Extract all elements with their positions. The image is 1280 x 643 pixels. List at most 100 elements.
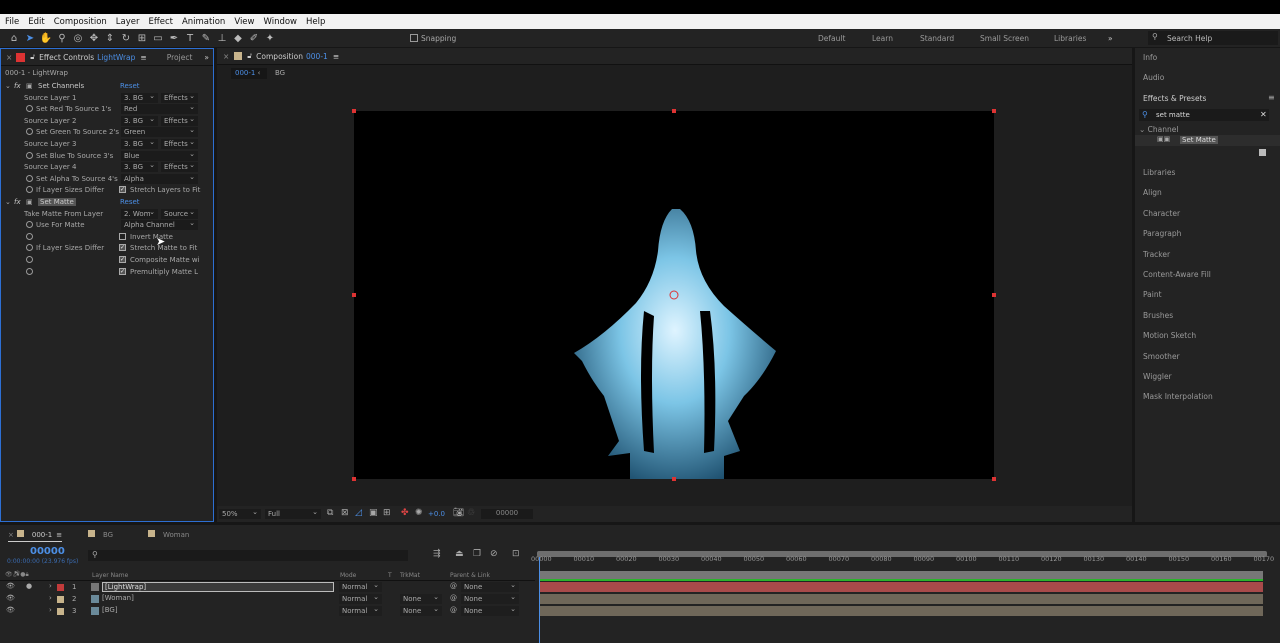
snapping-checkbox[interactable]: [410, 34, 418, 42]
menu-layer[interactable]: Layer: [116, 17, 140, 27]
expand-chevron-icon[interactable]: ›: [49, 606, 52, 614]
workspace-learn[interactable]: Learn: [872, 34, 893, 43]
blend-mode-dropdown[interactable]: Normal: [339, 604, 382, 616]
motion-blur-icon[interactable]: ⊘: [490, 549, 498, 559]
layer-name[interactable]: [BG]: [102, 606, 118, 614]
pan-tool-icon[interactable]: ✥: [86, 33, 102, 44]
panel-tab-libraries[interactable]: Libraries: [1143, 168, 1175, 177]
menu-edit[interactable]: Edit: [28, 17, 44, 27]
panel-menu-icon[interactable]: ≡: [140, 53, 146, 62]
stopwatch-icon[interactable]: [26, 151, 33, 159]
more-workspaces-icon[interactable]: »: [1108, 34, 1113, 43]
panel-tab-wiggler[interactable]: Wiggler: [1143, 372, 1172, 381]
project-tab[interactable]: Project: [167, 53, 193, 62]
menu-help[interactable]: Help: [306, 17, 325, 27]
current-time[interactable]: 00000: [30, 546, 65, 557]
roto-tool-icon[interactable]: ✐: [246, 33, 262, 44]
shy-layers-icon[interactable]: ⏏: [455, 549, 464, 559]
reset-link[interactable]: Reset: [120, 198, 140, 206]
rotate-tool-icon[interactable]: ↻: [118, 33, 134, 44]
panel-tab-tracker[interactable]: Tracker: [1143, 250, 1170, 259]
stopwatch-icon[interactable]: [26, 232, 33, 240]
label-color-swatch[interactable]: [57, 596, 64, 603]
menu-animation[interactable]: Animation: [182, 17, 225, 27]
show-snapshot-icon[interactable]: ♲: [467, 508, 475, 518]
clone-tool-icon[interactable]: ⊥: [214, 33, 230, 44]
stopwatch-icon[interactable]: [26, 244, 33, 252]
source-type-dropdown[interactable]: Effects: [161, 91, 198, 103]
set-matte-result[interactable]: ▣▣ Set Matte: [1135, 135, 1280, 146]
stopwatch-icon[interactable]: [26, 105, 33, 113]
pick-whip-icon[interactable]: @: [450, 606, 457, 614]
source-layer-dropdown[interactable]: 3. BG: [121, 91, 158, 103]
layer-row[interactable]: 👁︎ › 2 [Woman] Normal None @ None: [0, 592, 535, 605]
blend-mode-dropdown[interactable]: Normal: [339, 592, 382, 604]
pick-whip-icon[interactable]: @: [450, 594, 457, 602]
current-time-field[interactable]: 00000: [481, 509, 533, 519]
layer-bar-lightwrap[interactable]: [540, 582, 1263, 592]
timeline-tab-woman[interactable]: Woman: [148, 530, 189, 539]
lock-icon[interactable]: 🔓︎: [247, 51, 252, 61]
visibility-eye-icon[interactable]: 👁︎: [6, 606, 15, 614]
layer-bar-bg[interactable]: [540, 606, 1263, 616]
lock-icon[interactable]: 🔓︎: [30, 52, 35, 62]
panel-tab-mask-interpolation[interactable]: Mask Interpolation: [1143, 392, 1213, 401]
layer-name[interactable]: [LightWrap]: [102, 582, 334, 592]
handle[interactable]: [672, 477, 676, 481]
work-area-bar[interactable]: [537, 551, 1267, 557]
panel-tab-character[interactable]: Character: [1143, 209, 1180, 218]
anchor-tool-icon[interactable]: ⊞: [134, 33, 150, 44]
handle[interactable]: [672, 109, 676, 113]
label-color-swatch[interactable]: [57, 584, 64, 591]
panel-menu-icon[interactable]: ≡: [333, 52, 339, 61]
effect-controls-tab[interactable]: Effect Controls: [39, 53, 94, 62]
graph-editor-icon[interactable]: ⊡: [512, 549, 520, 559]
source-layer-dropdown[interactable]: 3. BG: [121, 137, 158, 149]
handle[interactable]: [352, 109, 356, 113]
clear-search-icon[interactable]: ✕: [1260, 110, 1267, 119]
snapshot-icon[interactable]: 📷︎: [453, 508, 464, 518]
checkbox[interactable]: ✓: [119, 186, 126, 194]
effects-search-input[interactable]: ⚲ set matte ✕: [1139, 109, 1269, 121]
workspace-default[interactable]: Default: [818, 34, 845, 43]
grid-guides-icon[interactable]: ⊞: [383, 508, 391, 518]
pen-tool-icon[interactable]: ✒: [166, 33, 182, 44]
panel-tab-paragraph[interactable]: Paragraph: [1143, 229, 1181, 238]
layer-bar-woman[interactable]: [540, 594, 1263, 604]
visibility-eye-icon[interactable]: 👁︎: [6, 582, 15, 590]
menu-composition[interactable]: Composition: [54, 17, 107, 27]
transparency-grid-icon[interactable]: ⊠: [341, 508, 349, 518]
mask-visibility-icon[interactable]: ◿: [355, 508, 362, 518]
stopwatch-icon[interactable]: [26, 186, 33, 194]
rectangle-tool-icon[interactable]: ▭: [150, 33, 166, 44]
composite-checkbox[interactable]: ✓: [119, 256, 126, 263]
breadcrumb-000-1[interactable]: 000-1 ‹: [231, 68, 267, 79]
stopwatch-icon[interactable]: [26, 128, 33, 136]
effect-header-set-channels[interactable]: ⌄ fx ▣ Set Channels Reset: [1, 81, 213, 93]
menu-file[interactable]: File: [5, 17, 19, 27]
handle[interactable]: [992, 109, 996, 113]
puppet-tool-icon[interactable]: ✦: [262, 33, 278, 44]
panel-tab-paint[interactable]: Paint: [1143, 290, 1162, 299]
source-type-dropdown[interactable]: Effects: [161, 160, 198, 173]
parent-dropdown[interactable]: None: [461, 580, 519, 592]
stopwatch-icon[interactable]: [26, 221, 33, 229]
source-layer-dropdown[interactable]: 3. BG: [121, 114, 158, 126]
handle[interactable]: [352, 477, 356, 481]
close-icon[interactable]: ×: [223, 52, 229, 61]
source-layer-dropdown[interactable]: 3. BG: [121, 160, 158, 173]
trkmat-dropdown[interactable]: None: [400, 592, 442, 604]
close-icon[interactable]: ×: [6, 53, 12, 62]
panel-tab-align[interactable]: Align: [1143, 188, 1162, 197]
search-help-input[interactable]: ⚲ Search Help: [1148, 31, 1278, 45]
info-panel-tab[interactable]: Info: [1143, 53, 1157, 62]
region-of-interest-icon[interactable]: ▣: [369, 508, 378, 518]
menu-window[interactable]: Window: [263, 17, 297, 27]
expand-chevron-icon[interactable]: ›: [49, 582, 52, 590]
use-for-matte-dropdown[interactable]: Alpha Channel: [121, 218, 198, 231]
home-icon[interactable]: ⌂: [6, 33, 22, 44]
zoom-tool-icon[interactable]: ⚲: [54, 33, 70, 44]
audio-panel-tab[interactable]: Audio: [1143, 73, 1164, 82]
effect-header-set-matte[interactable]: ⌄ fx ▣ Set Matte Reset: [1, 197, 213, 209]
channel-dropdown[interactable]: Red: [121, 102, 198, 115]
